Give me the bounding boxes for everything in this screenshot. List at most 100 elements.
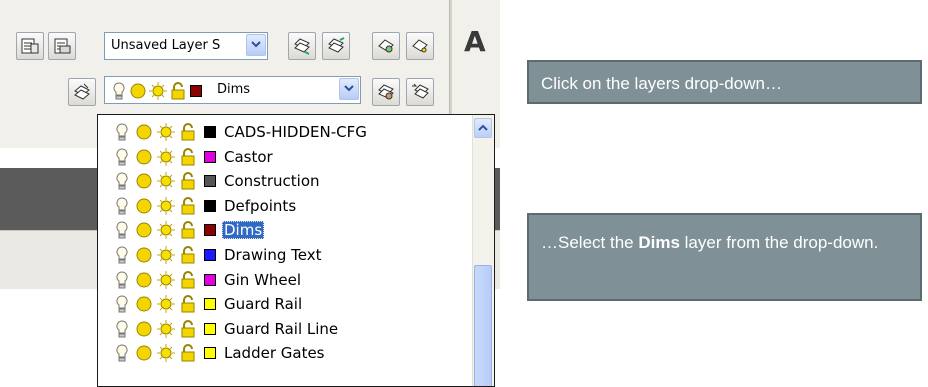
lock-icon[interactable] <box>178 171 198 191</box>
lock-icon[interactable] <box>178 220 198 240</box>
chevron-down-icon[interactable] <box>246 34 266 56</box>
layer-list-item[interactable]: Guard Rail Line <box>112 317 468 341</box>
lightbulb-icon[interactable] <box>112 294 132 314</box>
layer-name: Castor <box>224 147 273 166</box>
layer-previous-icon[interactable] <box>288 32 316 60</box>
sun-icon[interactable] <box>134 171 154 191</box>
lightbulb-icon[interactable] <box>112 196 132 216</box>
layer-name: Guard Rail <box>224 295 303 314</box>
lightbulb-icon <box>113 82 125 100</box>
layer-color-swatch <box>204 126 216 138</box>
layer-name: CADS-HIDDEN-CFG <box>224 123 367 141</box>
freeze-sun-icon[interactable] <box>156 343 176 363</box>
lightbulb-icon[interactable] <box>112 220 132 240</box>
callout-select-dims: …Select the Dims layer from the drop-dow… <box>527 213 922 301</box>
sun-icon[interactable] <box>134 196 154 216</box>
lock-icon[interactable] <box>178 319 198 339</box>
scroll-up-button[interactable] <box>474 118 492 138</box>
freeze-sun-icon[interactable] <box>156 196 176 216</box>
lightbulb-icon[interactable] <box>112 171 132 191</box>
layer-list-item[interactable]: Ladder Gates <box>112 341 468 365</box>
layer-list-item[interactable]: Drawing Text <box>112 243 468 267</box>
lock-icon[interactable] <box>178 343 198 363</box>
sun-icon[interactable] <box>134 319 154 339</box>
layer-name: Drawing Text <box>224 246 322 264</box>
layer-state-value: Unsaved Layer S <box>111 38 221 53</box>
freeze-sun-icon[interactable] <box>156 270 176 290</box>
layer-name: Ladder Gates <box>224 344 325 363</box>
current-layer-color-swatch <box>190 85 202 97</box>
match-layer-icon[interactable] <box>372 78 400 106</box>
lightbulb-icon[interactable] <box>112 122 132 142</box>
lightbulb-icon[interactable] <box>112 270 132 290</box>
current-layer-name: Dims <box>217 82 251 97</box>
sun-icon[interactable] <box>134 343 154 363</box>
layer-name: Guard Rail Line <box>224 319 339 338</box>
make-current-icon[interactable] <box>68 78 96 106</box>
sun-icon[interactable] <box>134 294 154 314</box>
lock-icon[interactable] <box>178 245 198 265</box>
lightbulb-icon[interactable] <box>112 147 132 167</box>
freeze-sun-icon[interactable] <box>156 220 176 240</box>
layer-name: Dims <box>222 221 265 240</box>
layer-list-item[interactable]: Castor <box>112 145 468 169</box>
layer-color-swatch <box>204 175 216 188</box>
layer-previous-state-icon[interactable] <box>406 78 434 106</box>
lock-icon[interactable] <box>178 270 198 290</box>
layer-color-swatch <box>204 322 216 335</box>
chevron-up-icon <box>478 124 488 131</box>
scrollbar[interactable] <box>472 115 494 386</box>
lightbulb-icon[interactable] <box>112 319 132 339</box>
layer-color-swatch <box>204 249 216 261</box>
layer-walk-icon[interactable] <box>372 32 400 60</box>
freeze-sun-icon[interactable] <box>156 147 176 167</box>
layer-unisolate-icon[interactable] <box>406 32 434 60</box>
layer-color-swatch <box>204 298 216 311</box>
lock-icon <box>171 82 185 100</box>
layer-list-item[interactable]: Dims <box>112 218 468 242</box>
freeze-sun-icon[interactable] <box>156 294 176 314</box>
layer-properties-icon[interactable] <box>16 32 44 60</box>
callout-text-bold: Dims <box>638 233 680 252</box>
layer-color-swatch <box>204 347 216 360</box>
layer-states-icon[interactable] <box>48 32 76 60</box>
layer-state-combo[interactable]: Unsaved Layer S <box>104 32 268 60</box>
freeze-sun-icon[interactable] <box>156 319 176 339</box>
lock-icon[interactable] <box>178 122 198 142</box>
freeze-sun-icon[interactable] <box>156 245 176 265</box>
layer-color-swatch <box>204 224 216 237</box>
scroll-thumb[interactable] <box>474 265 492 386</box>
layer-dropdown-list[interactable]: CADS-HIDDEN-CFG Castor Construction Defpoin… <box>97 114 495 387</box>
layer-name: Defpoints <box>224 196 297 215</box>
layer-list-item[interactable]: Gin Wheel <box>112 268 468 292</box>
freeze-sun-icon <box>149 82 167 100</box>
lock-icon[interactable] <box>178 294 198 314</box>
callout-text-post: layer from the drop-down. <box>679 233 879 252</box>
callout-text-pre: …Select the <box>541 233 639 252</box>
layer-list-item[interactable]: CADS-HIDDEN-CFG <box>112 120 468 144</box>
layer-list-item[interactable]: Defpoints <box>112 194 468 218</box>
layer-name: Construction <box>224 172 320 191</box>
sun-icon[interactable] <box>134 220 154 240</box>
layer-name: Gin Wheel <box>224 270 302 289</box>
layer-list-item[interactable]: Construction <box>112 169 468 193</box>
lock-icon[interactable] <box>178 196 198 216</box>
chevron-down-icon <box>344 85 354 92</box>
layer-list-item[interactable]: Guard Rail <box>112 292 468 316</box>
sun-icon[interactable] <box>134 245 154 265</box>
lock-icon[interactable] <box>178 147 198 167</box>
freeze-sun-icon[interactable] <box>156 171 176 191</box>
layer-combo[interactable]: Dims <box>104 76 361 104</box>
sun-icon[interactable] <box>134 270 154 290</box>
layer-dropdown-button[interactable] <box>339 78 359 100</box>
sun-icon[interactable] <box>134 147 154 167</box>
layer-isolate-icon[interactable] <box>322 32 350 60</box>
lightbulb-icon[interactable] <box>112 245 132 265</box>
freeze-sun-icon[interactable] <box>156 122 176 142</box>
layer-color-swatch <box>204 199 216 212</box>
sun-icon <box>130 83 146 99</box>
callout-click-dropdown: Click on the layers drop-down… <box>527 60 922 104</box>
sun-icon[interactable] <box>134 122 154 142</box>
text-tool-icon[interactable]: A <box>464 25 486 58</box>
lightbulb-icon[interactable] <box>112 343 132 363</box>
